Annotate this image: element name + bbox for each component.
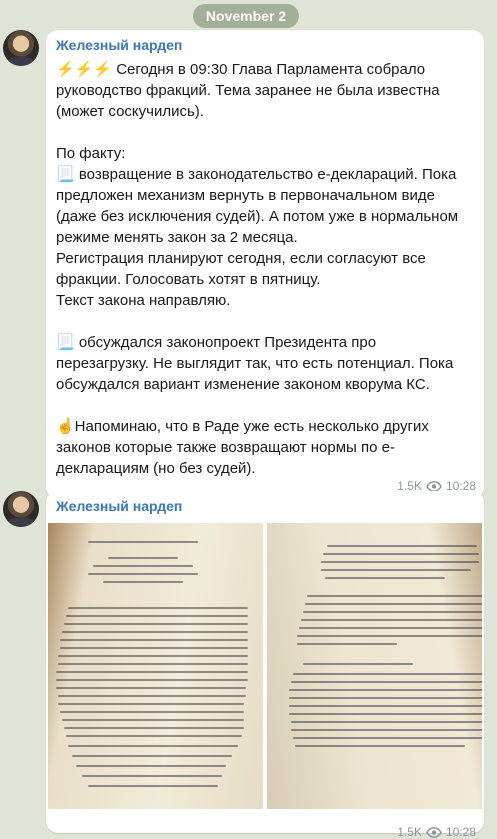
view-count: 1.5K [397, 825, 422, 839]
channel-avatar[interactable] [3, 30, 39, 66]
date-separator: November 2 [193, 4, 299, 28]
message-bubble[interactable]: Железный нардеп ⚡⚡⚡ Сегодня в 09:30 Глав… [46, 30, 484, 499]
message-time: 10:28 [445, 825, 476, 839]
photo-album[interactable] [48, 523, 482, 809]
document-photo[interactable] [267, 523, 482, 809]
message-bubble[interactable]: Железный нардеп 1.5K 10:28 [46, 491, 484, 839]
channel-avatar[interactable] [3, 491, 39, 527]
document-photo[interactable] [48, 523, 263, 809]
message-text: ⚡⚡⚡ Сегодня в 09:30 Глава Парламента соб… [56, 61, 459, 477]
sender-name[interactable]: Железный нардеп [46, 30, 484, 57]
sender-name[interactable]: Железный нардеп [46, 491, 484, 518]
eye-icon [426, 826, 442, 838]
message-meta: 1.5K 10:28 [397, 825, 476, 839]
eye-icon [426, 480, 442, 492]
